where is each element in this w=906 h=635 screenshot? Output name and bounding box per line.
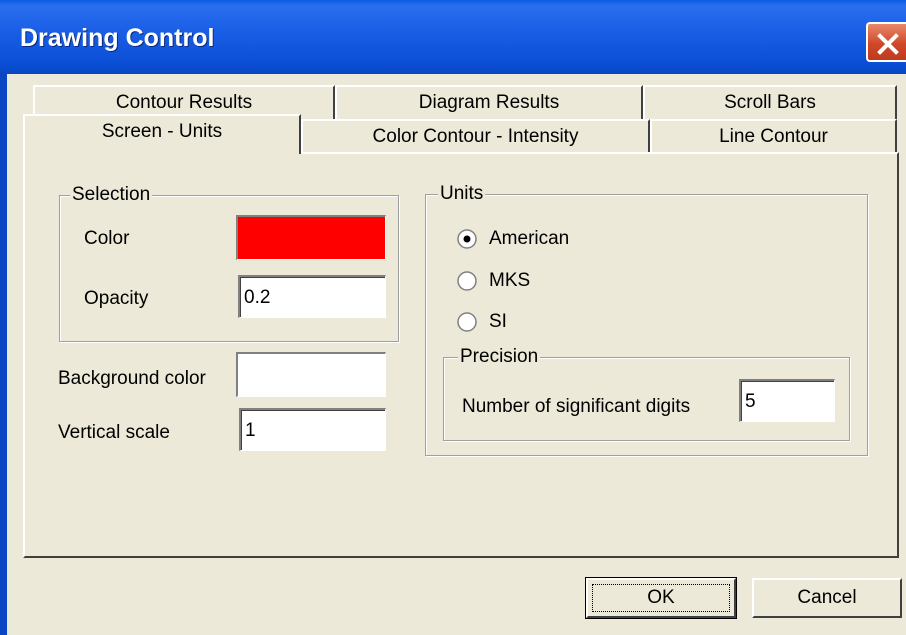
opacity-input[interactable] (238, 275, 386, 318)
vertical-scale-label: Vertical scale (58, 422, 170, 443)
close-icon (877, 33, 899, 55)
cancel-button[interactable]: Cancel (752, 578, 902, 618)
ok-button[interactable]: OK (585, 577, 737, 619)
radio-mks[interactable] (456, 270, 478, 292)
window-title: Drawing Control (20, 24, 215, 52)
tab-line-contour[interactable]: Line Contour (650, 119, 897, 155)
vertical-scale-input[interactable] (239, 408, 386, 451)
opacity-label: Opacity (84, 288, 149, 309)
radio-american-label: American (489, 228, 570, 249)
tab-scroll-bars[interactable]: Scroll Bars (643, 85, 897, 119)
background-color-label: Background color (58, 368, 206, 389)
tab-diagram-results[interactable]: Diagram Results (335, 85, 643, 119)
focus-ring (592, 584, 730, 612)
cancel-button-label: Cancel (797, 587, 857, 608)
units-legend: Units (438, 183, 486, 205)
radio-american[interactable] (456, 228, 478, 250)
drawing-control-dialog: Drawing Control Contour Results Diagram … (0, 0, 906, 635)
tab-screen-units[interactable]: Screen - Units (23, 114, 301, 154)
significant-digits-input[interactable] (739, 379, 835, 422)
radio-si-label: SI (489, 311, 507, 332)
title-bar[interactable]: Drawing Control (0, 0, 906, 74)
precision-legend: Precision (458, 346, 541, 368)
radio-mks-label: MKS (489, 270, 531, 291)
background-color-swatch[interactable] (236, 352, 386, 397)
color-swatch[interactable] (236, 215, 386, 260)
color-label: Color (84, 228, 130, 249)
radio-si[interactable] (456, 311, 478, 333)
tab-color-contour-intensity[interactable]: Color Contour - Intensity (301, 119, 650, 155)
window-border (0, 74, 7, 635)
selection-legend: Selection (70, 184, 153, 206)
significant-digits-label: Number of significant digits (462, 396, 691, 417)
close-button[interactable] (866, 22, 906, 62)
